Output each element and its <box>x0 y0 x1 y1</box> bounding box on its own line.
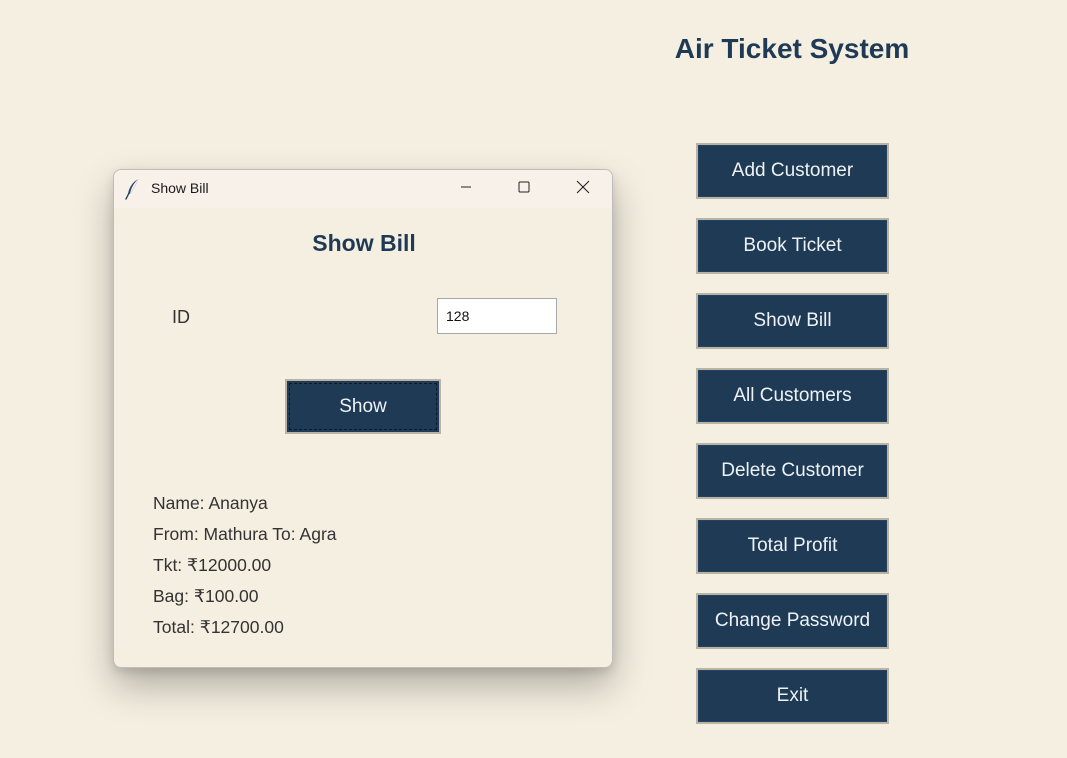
bill-total: Total: ₹12700.00 <box>153 617 284 637</box>
bill-route: From: Mathura To: Agra <box>153 524 337 544</box>
app-title: Air Ticket System <box>674 33 910 64</box>
dialog-window-title: Show Bill <box>151 180 209 196</box>
bill-details: Name: Ananya From: Mathura To: Agra Tkt:… <box>153 488 337 643</box>
minimize-icon <box>460 180 472 198</box>
maximize-button[interactable] <box>495 170 553 208</box>
maximize-icon <box>518 180 530 198</box>
close-button[interactable] <box>554 170 612 208</box>
main-menu: Add Customer Book Ticket Show Bill All C… <box>696 143 889 743</box>
book-ticket-button[interactable]: Book Ticket <box>696 218 889 274</box>
show-bill-dialog: Show Bill Show Bill ID Show Name: Ananya… <box>113 169 613 668</box>
bill-name: Name: Ananya <box>153 493 268 513</box>
change-password-button[interactable]: Change Password <box>696 593 889 649</box>
minimize-button[interactable] <box>437 170 495 208</box>
feather-icon <box>124 178 142 200</box>
add-customer-button[interactable]: Add Customer <box>696 143 889 199</box>
show-bill-button[interactable]: Show Bill <box>696 293 889 349</box>
exit-button[interactable]: Exit <box>696 668 889 724</box>
close-icon <box>576 180 590 199</box>
total-profit-button[interactable]: Total Profit <box>696 518 889 574</box>
id-input[interactable] <box>437 298 557 334</box>
bill-bag-price: Bag: ₹100.00 <box>153 586 259 606</box>
bill-ticket-price: Tkt: ₹12000.00 <box>153 555 272 575</box>
id-label: ID <box>172 307 190 327</box>
dialog-heading: Show Bill <box>312 230 416 256</box>
dialog-titlebar[interactable]: Show Bill <box>114 170 612 208</box>
all-customers-button[interactable]: All Customers <box>696 368 889 424</box>
delete-customer-button[interactable]: Delete Customer <box>696 443 889 499</box>
show-button[interactable]: Show <box>285 379 441 434</box>
